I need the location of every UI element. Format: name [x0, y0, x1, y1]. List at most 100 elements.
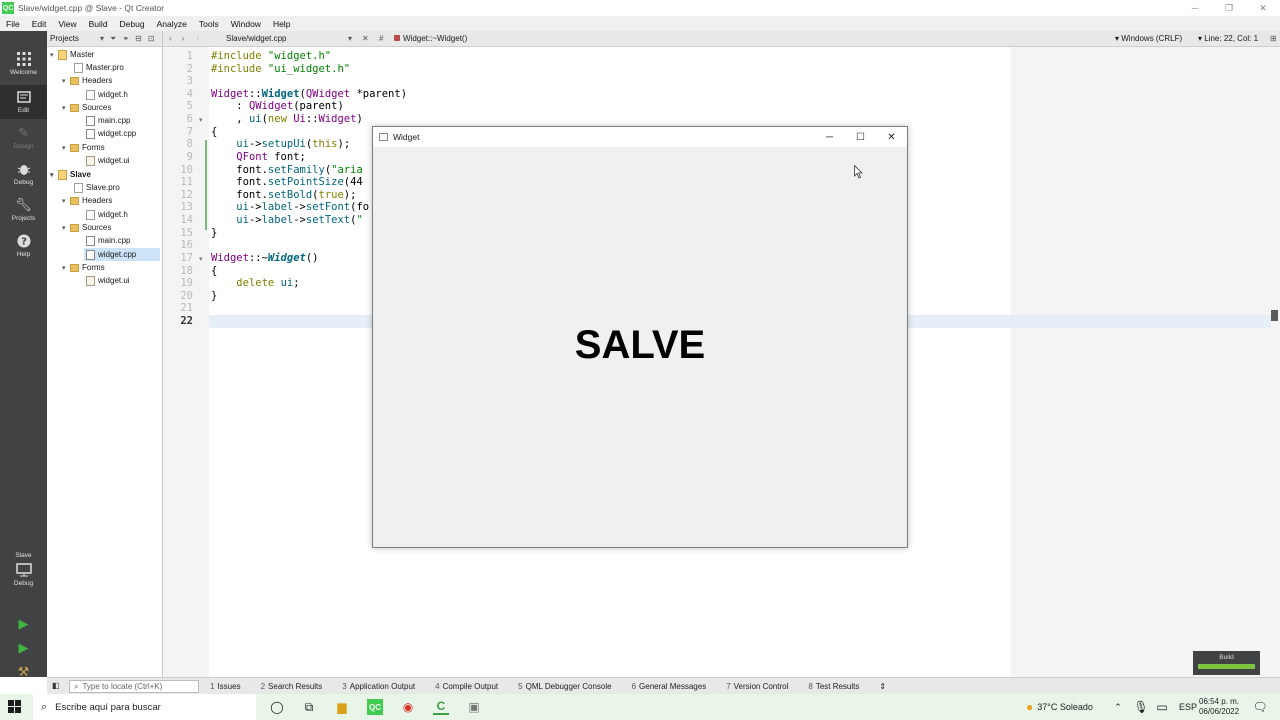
hash-icon[interactable]: # — [379, 34, 383, 43]
tree-item-sources[interactable]: ▾ Sources — [62, 221, 111, 234]
widget-app-taskbar-icon[interactable]: ▣ — [466, 699, 482, 715]
weather-widget[interactable]: ● 37°C Soleado — [1026, 694, 1093, 720]
symbol-selector[interactable]: Widget::~Widget() — [403, 34, 467, 43]
output-tab-test-results[interactable]: 8 Test Results — [808, 682, 869, 691]
menu-view[interactable]: View — [52, 19, 82, 29]
tree-item-sources[interactable]: ▾ Sources — [62, 101, 111, 114]
taskbar-search-box[interactable]: ⌕ Escribe aquí para buscar — [33, 694, 256, 720]
tree-item-widget-ui[interactable]: widget.ui — [86, 154, 130, 167]
tree-item-main-cpp[interactable]: main.cpp — [86, 114, 130, 127]
forward-arrow-icon[interactable]: › — [182, 34, 185, 43]
input-language[interactable]: ESP — [1179, 694, 1197, 720]
microphone-icon[interactable]: 🎙︎ — [1133, 699, 1149, 715]
kit-selector[interactable]: Slave Debug — [0, 552, 47, 602]
menu-window[interactable]: Window — [225, 19, 267, 29]
tree-item-main-cpp[interactable]: main.cpp — [86, 234, 130, 247]
locator-input[interactable]: ⌕ Type to locate (Ctrl+K) — [69, 680, 199, 693]
restore-icon[interactable]: ❐ — [1212, 0, 1246, 16]
file-explorer-icon[interactable]: ▆ — [334, 699, 350, 715]
output-tab-qml-debugger-console[interactable]: 5 QML Debugger Console — [518, 682, 621, 691]
open-document-selector[interactable]: Slave/widget.cpp — [226, 34, 286, 43]
menu-analyze[interactable]: Analyze — [151, 19, 193, 29]
chevron-down-icon[interactable]: ▾ — [62, 197, 70, 205]
fold-arrow-icon[interactable]: ▾ — [199, 116, 203, 124]
link-icon[interactable]: ⚭ — [122, 34, 129, 44]
editor-scrollbar-thumb[interactable] — [1271, 310, 1278, 321]
close-icon[interactable]: ✕ — [876, 127, 907, 147]
build-progress[interactable]: Build — [1193, 651, 1260, 675]
chrome-icon[interactable]: ◉ — [400, 699, 416, 715]
chevron-up-icon[interactable]: ⌃ — [1110, 699, 1126, 715]
tree-item-widget-ui[interactable]: widget.ui — [86, 274, 130, 287]
task-view-icon[interactable]: ⧉ — [301, 699, 317, 715]
close-panel-icon[interactable]: ⊡ — [148, 34, 155, 44]
menu-tools[interactable]: Tools — [193, 19, 225, 29]
minimize-icon[interactable]: ─ — [1178, 0, 1212, 16]
chevron-down-icon[interactable]: ▾ — [62, 77, 70, 85]
menu-debug[interactable]: Debug — [114, 19, 151, 29]
tree-item-widget-cpp-selected[interactable]: widget.cpp — [84, 248, 160, 261]
encoding-selector[interactable]: ▾ Windows (CRLF) — [1115, 34, 1182, 43]
network-icon[interactable]: ▭ — [1154, 699, 1170, 715]
build-button[interactable]: ⚒ — [0, 664, 47, 680]
updown-arrows-icon[interactable]: ⇕ — [879, 682, 886, 691]
mode-debug[interactable]: Debug — [0, 161, 47, 191]
toggle-sidebar-icon[interactable]: ◧ — [52, 681, 60, 690]
tree-item-headers[interactable]: ▾ Headers — [62, 194, 112, 207]
chevron-down-icon[interactable]: ▾ — [50, 51, 58, 59]
close-document-icon[interactable]: ✕ — [362, 34, 369, 43]
output-tab-application-output[interactable]: 3 Application Output — [342, 682, 425, 691]
menu-build[interactable]: Build — [83, 19, 114, 29]
output-tab-general-messages[interactable]: 6 General Messages — [632, 682, 717, 691]
fold-arrow-icon[interactable]: ▾ — [199, 255, 203, 263]
chevron-down-icon[interactable]: ▾ — [62, 104, 70, 112]
chevron-down-icon[interactable]: ▾ — [62, 224, 70, 232]
mode-help[interactable]: ? Help — [0, 233, 47, 263]
qt-creator-taskbar-icon[interactable]: QC — [367, 699, 383, 715]
tree-item-master[interactable]: ▾ Master — [50, 48, 94, 61]
split-icon[interactable]: ⊟ — [135, 34, 142, 44]
tree-item-widget-cpp[interactable]: widget.cpp — [86, 127, 136, 140]
cortana-icon[interactable]: ◯ — [269, 699, 285, 715]
tree-item-slave[interactable]: ▾ Slave — [50, 168, 91, 181]
output-tab-issues[interactable]: 1 Issues — [210, 682, 251, 691]
qt-creator-active-icon[interactable]: C — [433, 699, 449, 715]
output-tab-compile-output[interactable]: 4 Compile Output — [435, 682, 508, 691]
line-column-indicator[interactable]: ▾ Line: 22, Col: 1 — [1198, 34, 1258, 43]
chevron-down-icon[interactable]: ▾ — [100, 34, 104, 44]
menu-file[interactable]: File — [0, 19, 26, 29]
tree-item-headers[interactable]: ▾ Headers — [62, 74, 112, 87]
debug-run-button[interactable]: ▶ — [0, 640, 47, 656]
maximize-icon[interactable]: ☐ — [845, 127, 876, 147]
mode-projects[interactable]: 🔧︎ Projects — [0, 197, 47, 227]
tree-item-widget-h[interactable]: widget.h — [86, 88, 128, 101]
tree-item-slave-pro[interactable]: Slave.pro — [74, 181, 120, 194]
windows-start-icon[interactable] — [8, 700, 22, 714]
run-button[interactable]: ▶ — [0, 616, 47, 632]
notifications-icon[interactable]: 🗨︎ — [1252, 699, 1268, 715]
close-icon[interactable]: ✕ — [1246, 0, 1280, 16]
tree-item-forms[interactable]: ▾ Forms — [62, 141, 105, 154]
line-number: 6 — [186, 113, 193, 125]
filter-icon[interactable]: ⏷ — [110, 34, 116, 44]
menu-edit[interactable]: Edit — [26, 19, 53, 29]
back-arrow-icon[interactable]: ‹ — [169, 34, 172, 43]
output-tab-search-results[interactable]: 2 Search Results — [261, 682, 333, 691]
chevron-down-icon[interactable]: ▾ — [50, 171, 58, 179]
menu-help[interactable]: Help — [267, 19, 296, 29]
tree-item-master-pro[interactable]: Master.pro — [74, 61, 124, 74]
projects-view-selector[interactable]: Projects — [50, 34, 100, 43]
output-tab-version-control[interactable]: 7 Version Control — [726, 682, 798, 691]
tree-item-forms[interactable]: ▾ Forms — [62, 261, 105, 274]
chevron-down-icon[interactable]: ▾ — [62, 144, 70, 152]
mode-edit[interactable]: Edit — [0, 85, 47, 119]
mode-welcome[interactable]: Welcome — [0, 51, 47, 83]
chevron-down-icon[interactable]: ▾ — [62, 264, 70, 272]
split-editor-icon[interactable]: ⊞ — [1270, 34, 1277, 43]
chevron-down-icon[interactable]: ▾ — [348, 34, 352, 43]
editor-toolbar: ‹ › ▫ Slave/widget.cpp ▾ ✕ # Widget::~Wi… — [163, 31, 1280, 47]
taskbar-clock[interactable]: 06:54 p. m. 06/06/2022 — [1199, 697, 1239, 717]
project-icon — [58, 49, 67, 60]
minimize-icon[interactable]: ─ — [814, 127, 845, 147]
tree-item-widget-h[interactable]: widget.h — [86, 208, 128, 221]
